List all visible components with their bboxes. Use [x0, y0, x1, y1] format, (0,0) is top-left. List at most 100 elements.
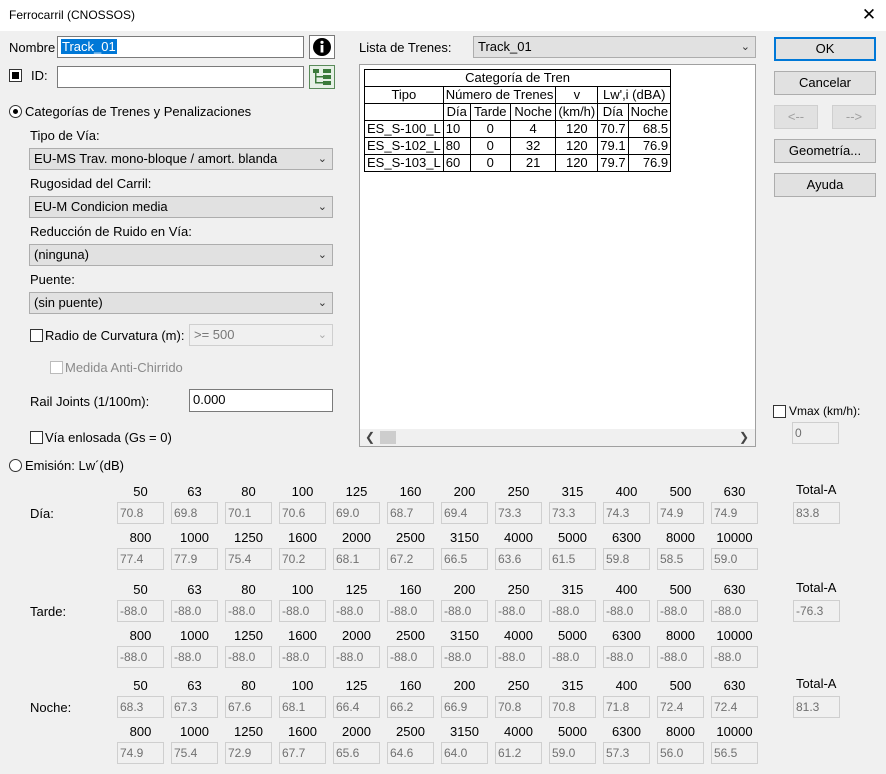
next-button[interactable]: -->	[832, 105, 876, 129]
table-header: Tipo	[364, 86, 444, 104]
frequency-label: 400	[615, 678, 638, 693]
chevron-left-icon[interactable]: ❮	[365, 430, 375, 444]
via-enlosada-checkbox[interactable]	[30, 431, 43, 444]
frequency-label: 4000	[504, 724, 533, 739]
emission-value-field: -88.0	[225, 646, 272, 668]
emision-radio[interactable]	[9, 459, 22, 472]
table-cell: 76.9	[627, 154, 672, 172]
frequency-label: 10000	[716, 724, 753, 739]
lista-trenes-label: Lista de Trenes:	[359, 40, 452, 55]
frequency-label: 200	[453, 582, 476, 597]
frequency-label: 630	[723, 678, 746, 693]
frequency-label: 8000	[666, 724, 695, 739]
emission-value-field: -88.0	[657, 600, 704, 622]
reduccion-select[interactable]: (ninguna) ⌄	[29, 244, 333, 266]
cancel-button[interactable]: Cancelar	[774, 71, 876, 95]
emission-value-field: -88.0	[711, 600, 758, 622]
radio-curvatura-value: >= 500	[194, 327, 235, 342]
lista-trenes-select[interactable]: Track_01 ⌄	[473, 36, 756, 58]
emission-value-field: 70.8	[495, 696, 542, 718]
table-subheader: Tarde	[469, 103, 511, 121]
emission-value-field: 61.5	[549, 548, 596, 570]
radio-curvatura-select: >= 500 ⌄	[189, 324, 333, 346]
emission-value-field: -88.0	[117, 646, 164, 668]
puente-value: (sin puente)	[34, 295, 103, 310]
emission-value-field: 72.4	[657, 696, 704, 718]
emission-value-field: 56.5	[711, 742, 758, 764]
frequency-label: 1000	[180, 530, 209, 545]
tree-structure-icon[interactable]	[309, 65, 335, 89]
period-label: Tarde:	[30, 604, 67, 619]
rail-joints-input[interactable]: 0.000	[189, 389, 333, 412]
prev-button[interactable]: <--	[774, 105, 818, 129]
tipo-via-select[interactable]: EU-MS Trav. mono-bloque / amort. blanda …	[29, 148, 333, 170]
info-icon[interactable]	[309, 35, 335, 59]
emision-label: Emisión: Lw´(dB)	[25, 458, 124, 473]
table-cell: 32	[509, 137, 557, 155]
emission-value-field: 74.3	[603, 502, 650, 524]
table-header: Lw',i (dBA)	[597, 86, 672, 104]
frequency-label: 63	[187, 484, 202, 499]
emission-value-field: 75.4	[225, 548, 272, 570]
frequency-label: 1600	[288, 530, 317, 545]
frequency-label: 100	[291, 484, 314, 499]
frequency-label: 3150	[450, 724, 479, 739]
emission-value-field: -88.0	[657, 646, 704, 668]
window-title: Ferrocarril (CNOSSOS)	[9, 8, 136, 22]
total-a-label: Total-A	[796, 676, 837, 691]
emission-value-field: -88.0	[117, 600, 164, 622]
emission-value-field: 74.9	[657, 502, 704, 524]
table-header-empty	[364, 103, 444, 121]
rugosidad-select[interactable]: EU-M Condicion media ⌄	[29, 196, 333, 218]
emission-value-field: 70.2	[279, 548, 326, 570]
frequency-label: 8000	[666, 628, 695, 643]
emission-value-field: -88.0	[387, 646, 434, 668]
categorias-radio[interactable]	[9, 105, 22, 118]
vmax-checkbox[interactable]	[773, 405, 786, 418]
ayuda-button[interactable]: Ayuda	[774, 173, 876, 197]
frequency-label: 500	[669, 582, 692, 597]
table-cell: ES_S-100_L	[364, 120, 444, 138]
horizontal-scrollbar[interactable]: ❮ ❯	[360, 429, 755, 446]
table-cell: 0	[469, 137, 511, 155]
frequency-label: 1000	[180, 724, 209, 739]
geometria-button[interactable]: Geometría...	[774, 139, 876, 163]
scrollbar-thumb[interactable]	[380, 431, 396, 444]
ok-button[interactable]: OK	[774, 37, 876, 61]
frequency-label: 2000	[342, 628, 371, 643]
puente-select[interactable]: (sin puente) ⌄	[29, 292, 333, 314]
close-icon[interactable]: ✕	[856, 3, 882, 27]
table-cell: 0	[469, 154, 511, 172]
table-row[interactable]: ES_S-100_L 10 0 4 120 70.7 68.5	[364, 120, 672, 138]
total-a-label: Total-A	[796, 580, 837, 595]
frequency-label: 400	[615, 484, 638, 499]
nombre-input[interactable]: Track_01	[57, 36, 304, 58]
emission-value-field: 63.6	[495, 548, 542, 570]
chevron-down-icon: ⌄	[317, 297, 327, 309]
radio-curvatura-checkbox[interactable]	[30, 329, 43, 342]
emission-value-field: -88.0	[495, 646, 542, 668]
table-row[interactable]: ES_S-102_L 80 0 32 120 79.1 76.9	[364, 137, 672, 155]
frequency-label: 10000	[716, 530, 753, 545]
table-cell: 79.1	[597, 137, 629, 155]
id-checkbox[interactable]	[9, 69, 22, 82]
emission-value-field: -88.0	[387, 600, 434, 622]
emission-value-field: 59.8	[603, 548, 650, 570]
frequency-label: 5000	[558, 530, 587, 545]
emission-value-field: 66.4	[333, 696, 380, 718]
emission-value-field: -88.0	[603, 600, 650, 622]
frequency-label: 80	[241, 678, 256, 693]
table-row[interactable]: ES_S-103_L 60 0 21 120 79.7 76.9	[364, 154, 672, 172]
emission-value-field: -88.0	[333, 646, 380, 668]
chevron-down-icon: ⌄	[740, 41, 750, 53]
id-input[interactable]	[57, 66, 304, 88]
emission-value-field: 64.6	[387, 742, 434, 764]
table-header: Categoría de Tren	[363, 69, 672, 87]
train-category-panel: Categoría de Tren Tipo Número de Trenes …	[359, 64, 756, 447]
vmax-input: 0	[792, 422, 839, 444]
frequency-label: 3150	[450, 628, 479, 643]
frequency-label: 6300	[612, 628, 641, 643]
emission-value-field: 68.3	[117, 696, 164, 718]
chevron-right-icon[interactable]: ❯	[739, 430, 749, 444]
emission-value-field: -88.0	[603, 646, 650, 668]
